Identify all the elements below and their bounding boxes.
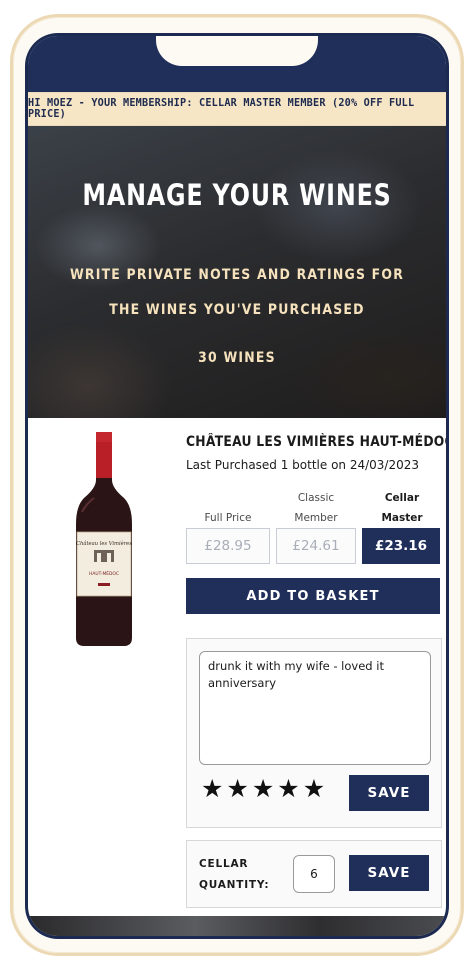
app-screen: HI MOEZ - YOUR MEMBERSHIP: CELLAR MASTER… (28, 36, 446, 936)
wine-bottle-image[interactable]: Château les Vimières HAUT-MÉDOC (72, 432, 136, 648)
tasting-notes-field[interactable]: drunk it with my wife - loved it anniver… (199, 651, 431, 765)
hero-title: MANAGE YOUR WINES (82, 178, 392, 212)
full-price-option[interactable]: £28.95 (186, 528, 270, 564)
cellar-master-price-option[interactable]: £23.16 (362, 528, 440, 564)
star-icon[interactable]: ★ (252, 775, 274, 803)
classic-member-price-option[interactable]: £24.61 (276, 528, 356, 564)
classic-label-line1: Classic (297, 492, 335, 504)
wine-name[interactable]: CHÂTEAU LES VIMIÈRES HAUT-MÉDOC 2017 (186, 434, 446, 450)
save-quantity-button[interactable]: SAVE (349, 855, 429, 891)
add-to-basket-button[interactable]: ADD TO BASKET (186, 578, 440, 614)
phone-notch (156, 36, 318, 66)
cellar-quantity-label-line1: CELLAR (199, 858, 249, 870)
cellar-quantity-label-line2: QUANTITY: (199, 879, 270, 891)
hero-subtitle: WRITE PRIVATE NOTES AND RATINGS FOR THE … (69, 267, 405, 318)
classic-label-line2: Member (294, 512, 338, 524)
membership-banner: HI MOEZ - YOUR MEMBERSHIP: CELLAR MASTER… (28, 92, 446, 126)
star-icon[interactable]: ★ (201, 775, 223, 803)
star-icon[interactable]: ★ (303, 775, 325, 803)
save-notes-button[interactable]: SAVE (349, 775, 429, 811)
next-wine-preview (28, 916, 446, 936)
wine-count: 30 WINES (198, 350, 276, 366)
cellar-label-line1: Cellar (384, 492, 420, 504)
cellar-quantity-panel: CELLAR QUANTITY: SAVE (186, 840, 442, 908)
hero-banner: MANAGE YOUR WINES WRITE PRIVATE NOTES AN… (28, 126, 446, 418)
star-icon[interactable]: ★ (277, 775, 299, 803)
full-price-label: Full Price (204, 512, 252, 524)
cellar-quantity-label: CELLAR QUANTITY: (199, 854, 279, 896)
status-bar (28, 36, 446, 92)
cellar-quantity-input[interactable] (293, 855, 335, 893)
star-rating[interactable]: ★ ★ ★ ★ ★ (201, 775, 325, 803)
bottle-label-text: Château les Vimières (76, 540, 132, 547)
cellar-label-line2: Master (381, 512, 423, 524)
star-icon[interactable]: ★ (226, 775, 248, 803)
last-purchased-info: Last Purchased 1 bottle on 24/03/2023 (186, 458, 420, 472)
notes-panel: drunk it with my wife - loved it anniver… (186, 638, 442, 828)
